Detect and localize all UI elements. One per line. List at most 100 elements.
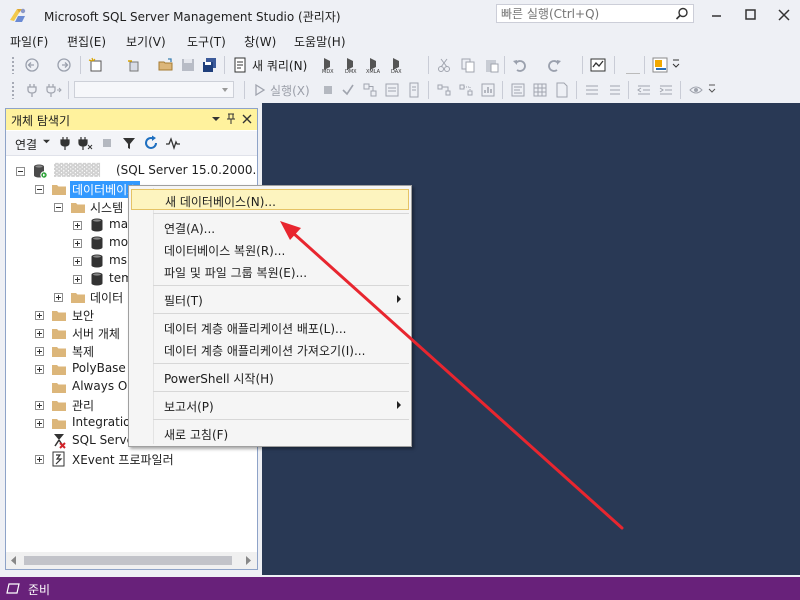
- cut-icon[interactable]: [436, 57, 452, 73]
- expand-toggle[interactable]: [73, 257, 82, 266]
- parse-check-icon[interactable]: [340, 82, 356, 98]
- quick-launch-box[interactable]: [496, 4, 694, 23]
- display-plan-icon[interactable]: [362, 82, 378, 98]
- menu-view[interactable]: 보기(V): [126, 33, 166, 50]
- paste-icon[interactable]: [484, 57, 500, 73]
- expand-toggle[interactable]: [73, 221, 82, 230]
- new-query-label[interactable]: 새 쿼리(N): [252, 57, 307, 74]
- connect-plug-icon[interactable]: [24, 82, 40, 98]
- menu-item-reports[interactable]: 보고서(P): [131, 395, 409, 416]
- menu-tools[interactable]: 도구(T): [187, 33, 226, 50]
- menu-item-restore-database[interactable]: 데이터베이스 복원(R)...: [131, 239, 409, 260]
- increase-indent-icon[interactable]: [658, 82, 674, 98]
- filter-icon[interactable]: [121, 135, 137, 151]
- maximize-button[interactable]: [737, 4, 763, 26]
- connect-dropdown[interactable]: 연결: [15, 136, 37, 153]
- expand-toggle[interactable]: [54, 293, 63, 302]
- expand-toggle[interactable]: [35, 329, 44, 338]
- connect-icon[interactable]: [57, 135, 73, 151]
- results-grid-icon[interactable]: [532, 82, 548, 98]
- activity-monitor-icon[interactable]: [165, 135, 181, 151]
- query-options-icon[interactable]: [384, 82, 400, 98]
- forward-icon[interactable]: [56, 57, 72, 73]
- live-stats-icon[interactable]: [458, 82, 474, 98]
- save-all-icon[interactable]: [202, 57, 218, 73]
- refresh-icon[interactable]: [143, 135, 159, 151]
- expand-toggle[interactable]: [73, 239, 82, 248]
- pin-icon[interactable]: [225, 113, 237, 125]
- intellisense-icon[interactable]: [406, 82, 422, 98]
- quick-launch-input[interactable]: [497, 5, 671, 22]
- scroll-left-icon[interactable]: [10, 556, 18, 565]
- results-file-icon[interactable]: [554, 82, 570, 98]
- mdx-query-icon[interactable]: MDX: [320, 57, 340, 73]
- stop-icon[interactable]: [99, 135, 115, 151]
- undo-icon[interactable]: [512, 57, 528, 73]
- expand-toggle[interactable]: [35, 401, 44, 410]
- expand-toggle[interactable]: [35, 311, 44, 320]
- menu-item-import-dac[interactable]: 데이터 계층 애플리케이션 가져오기(I)...: [131, 339, 409, 360]
- add-item-icon[interactable]: [126, 57, 142, 73]
- menu-item-refresh[interactable]: 새로 고침(F): [131, 423, 409, 444]
- menu-item-deploy-dac[interactable]: 데이터 계층 애플리케이션 배포(L)...: [131, 317, 409, 338]
- execute-icon[interactable]: [252, 82, 268, 98]
- new-query-icon[interactable]: [232, 57, 248, 73]
- activity-monitor-icon[interactable]: [590, 57, 606, 73]
- back-icon[interactable]: [24, 57, 40, 73]
- menu-item-connect[interactable]: 연결(A)...: [131, 217, 409, 238]
- redo-icon[interactable]: [546, 57, 562, 73]
- minimize-button[interactable]: [703, 4, 729, 26]
- results-text-icon[interactable]: [510, 82, 526, 98]
- disconnect-icon[interactable]: [77, 135, 93, 151]
- change-connection-icon[interactable]: [46, 82, 62, 98]
- horizontal-scrollbar[interactable]: [6, 552, 257, 569]
- uncomment-lines-icon[interactable]: [606, 82, 622, 98]
- menu-item-start-powershell[interactable]: PowerShell 시작(H): [131, 367, 409, 388]
- include-plan-icon[interactable]: [436, 82, 452, 98]
- toolbar-overflow-icon[interactable]: [708, 82, 716, 98]
- close-window-button[interactable]: [771, 4, 797, 26]
- comment-lines-icon[interactable]: [584, 82, 600, 98]
- window-position-dropdown-icon[interactable]: [210, 113, 222, 125]
- scrollbar-thumb[interactable]: [24, 556, 232, 565]
- object-explorer-header[interactable]: 개체 탐색기: [6, 109, 257, 130]
- menu-item-restore-files[interactable]: 파일 및 파일 그룹 복원(E)...: [131, 261, 409, 282]
- save-icon[interactable]: [180, 57, 196, 73]
- collapse-toggle[interactable]: [35, 185, 44, 194]
- collapse-toggle[interactable]: [54, 203, 63, 212]
- expand-toggle[interactable]: [35, 455, 44, 464]
- menu-help[interactable]: 도움말(H): [294, 33, 346, 50]
- dmx-query-icon[interactable]: DMX: [343, 57, 363, 73]
- dax-query-icon[interactable]: DAX: [389, 57, 409, 73]
- decrease-indent-icon[interactable]: [636, 82, 652, 98]
- toolbar-grip[interactable]: [11, 81, 15, 99]
- expand-toggle[interactable]: [35, 365, 44, 374]
- available-databases-dropdown[interactable]: [74, 81, 234, 98]
- new-project-icon[interactable]: [88, 57, 104, 73]
- stop-icon[interactable]: [320, 82, 336, 98]
- expand-toggle[interactable]: [73, 275, 82, 284]
- solution-config-dropdown[interactable]: [626, 57, 640, 74]
- menu-item-filter[interactable]: 필터(T): [131, 289, 409, 310]
- tree-node-server[interactable]: ▓▓▓▓▓ (SQL Server 15.0.2000.5 -: [6, 162, 257, 180]
- toolbar-overflow-icon[interactable]: [672, 57, 680, 73]
- expand-toggle[interactable]: [35, 347, 44, 356]
- specify-template-values-icon[interactable]: [688, 82, 704, 98]
- search-icon[interactable]: [675, 7, 689, 21]
- open-folder-icon[interactable]: [158, 57, 174, 73]
- menu-item-new-database[interactable]: 새 데이터베이스(N)...: [131, 189, 409, 210]
- tree-node-xevent-profiler[interactable]: XEvent 프로파일러: [6, 450, 257, 468]
- menu-window[interactable]: 창(W): [244, 33, 276, 50]
- menu-edit[interactable]: 편집(E): [67, 33, 106, 50]
- copy-icon[interactable]: [460, 57, 476, 73]
- toolbar-grip[interactable]: [11, 56, 15, 74]
- collapse-toggle[interactable]: [16, 167, 25, 176]
- xmla-query-icon[interactable]: XMLA: [366, 57, 386, 73]
- expand-toggle[interactable]: [35, 419, 44, 428]
- execute-label[interactable]: 실행(X): [270, 82, 310, 99]
- client-stats-icon[interactable]: [480, 82, 496, 98]
- close-panel-icon[interactable]: [241, 113, 253, 125]
- chevron-down-icon[interactable]: [43, 138, 50, 145]
- scroll-right-icon[interactable]: [244, 556, 252, 565]
- properties-window-icon[interactable]: [652, 57, 668, 73]
